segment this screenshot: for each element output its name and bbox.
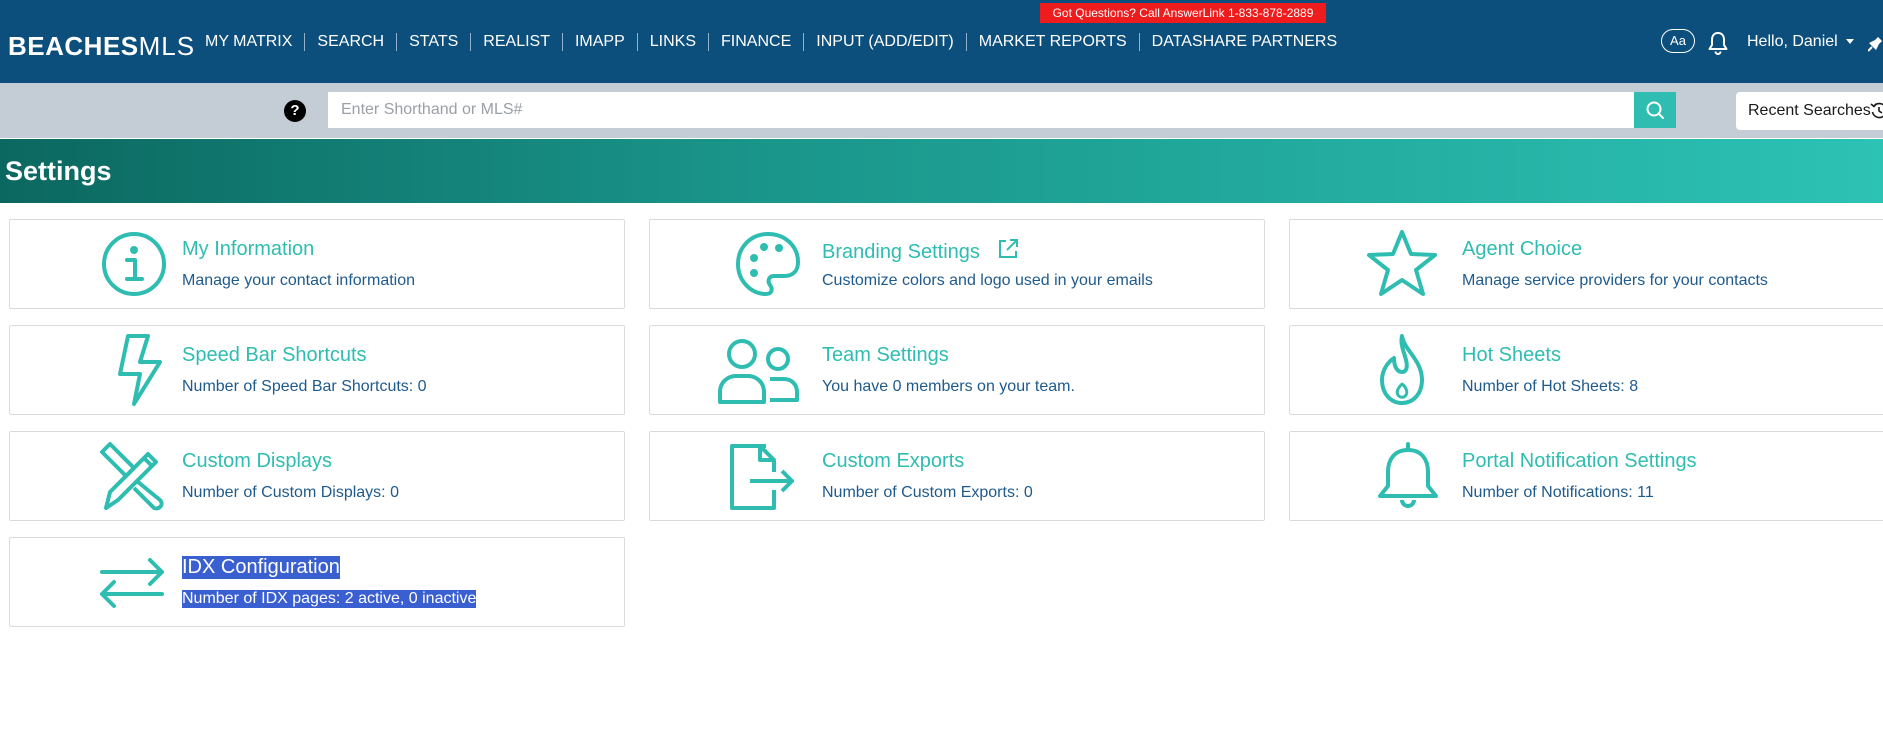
flame-icon [1380, 334, 1424, 405]
info-icon [102, 232, 166, 296]
user-menu[interactable]: Hello, Daniel [1747, 33, 1854, 51]
bell-icon [1378, 442, 1438, 508]
nav-finance[interactable]: FINANCE [721, 33, 791, 51]
card-description: Number of IDX pages: 2 active, 0 inactiv… [182, 590, 477, 608]
my-information-card[interactable]: My Information Manage your contact infor… [9, 219, 625, 309]
beaches-mls-logo[interactable]: BEACHESMLS [8, 31, 195, 61]
card-description: Number of Custom Exports: 0 [822, 484, 1033, 501]
card-title[interactable]: Custom Exports [822, 450, 964, 473]
card-description: Number of Custom Displays: 0 [182, 484, 399, 501]
nav-divider [304, 33, 306, 51]
nav-divider [396, 33, 398, 51]
card-description: Customize colors and logo used in your e… [822, 272, 1153, 289]
card-description: Number of Hot Sheets: 8 [1462, 378, 1639, 395]
card-title-text: Branding Settings [822, 241, 980, 263]
team-icon [718, 339, 799, 404]
card-description: Manage service providers for your contac… [1462, 272, 1768, 289]
recent-searches-label: Recent Searches [1748, 102, 1871, 119]
card-description: You have 0 members on your team. [822, 378, 1075, 395]
nav-links[interactable]: LINKS [650, 33, 696, 51]
lightning-icon [118, 334, 162, 406]
search-icon [1646, 101, 1664, 119]
nav-my-matrix[interactable]: MY MATRIX [205, 33, 292, 51]
card-description: Number of Speed Bar Shortcuts: 0 [182, 378, 427, 395]
palette-icon [736, 232, 800, 296]
agent-choice-card[interactable]: Agent Choice Manage service providers fo… [1289, 219, 1883, 309]
arrows-exchange-icon [100, 558, 164, 608]
nav-imapp[interactable]: IMAPP [575, 33, 625, 51]
recent-searches-button[interactable]: Recent Searches [1736, 92, 1883, 130]
user-greeting: Hello, Daniel [1747, 33, 1838, 50]
hot-sheets-card[interactable]: Hot Sheets Number of Hot Sheets: 8 [1289, 325, 1883, 415]
history-icon [1870, 102, 1883, 119]
nav-divider [561, 33, 563, 51]
notifications-bell-icon[interactable] [1706, 30, 1730, 56]
logo-text-light: MLS [138, 31, 196, 61]
card-description: Manage your contact information [182, 272, 416, 289]
top-navigation-bar: Got Questions? Call AnswerLink 1-833-878… [0, 0, 1883, 83]
idx-configuration-card[interactable]: IDX Configuration Number of IDX pages: 2… [9, 537, 625, 627]
page-title: Settings [5, 156, 112, 186]
nav-divider [965, 33, 967, 51]
card-title[interactable]: Custom Displays [182, 450, 332, 473]
caret-down-icon [1845, 39, 1854, 45]
card-title[interactable]: Speed Bar Shortcuts [182, 344, 367, 367]
card-description: Number of Notifications: 11 [1462, 484, 1654, 501]
search-button[interactable] [1634, 92, 1676, 128]
card-title[interactable]: Hot Sheets [1462, 344, 1561, 367]
card-title[interactable]: Agent Choice [1462, 238, 1582, 261]
card-title[interactable]: Branding Settings [822, 238, 1019, 264]
card-title[interactable]: IDX Configuration [182, 556, 340, 579]
nav-datashare-partners[interactable]: DATASHARE PARTNERS [1152, 33, 1338, 51]
external-link-icon [999, 239, 1019, 258]
nav-market-reports[interactable]: MARKET REPORTS [979, 33, 1127, 51]
settings-header-band: Settings [0, 139, 1883, 203]
nav-divider [636, 33, 638, 51]
font-size-button[interactable]: Aa [1661, 29, 1695, 53]
nav-divider [1138, 33, 1140, 51]
portal-notification-settings-card[interactable]: Portal Notification Settings Number of N… [1289, 431, 1883, 521]
logo-text-bold: BEACHES [8, 31, 139, 61]
card-title[interactable]: My Information [182, 238, 314, 261]
card-title[interactable]: Portal Notification Settings [1462, 450, 1697, 473]
nav-input-add-edit[interactable]: INPUT (ADD/EDIT) [816, 33, 953, 51]
help-question-icon[interactable]: ? [284, 100, 306, 122]
main-nav: MY MATRIX SEARCH STATS REALIST IMAPP LIN… [205, 29, 1337, 55]
nav-divider [708, 33, 710, 51]
pencil-ruler-icon [100, 442, 164, 511]
custom-exports-card[interactable]: Custom Exports Number of Custom Exports:… [649, 431, 1265, 521]
nav-stats[interactable]: STATS [409, 33, 458, 51]
file-export-icon [730, 444, 794, 510]
nav-search[interactable]: SEARCH [317, 33, 384, 51]
answerlink-promo-banner[interactable]: Got Questions? Call AnswerLink 1-833-878… [1040, 3, 1326, 23]
nav-divider [803, 33, 805, 51]
custom-displays-card[interactable]: Custom Displays Number of Custom Display… [9, 431, 625, 521]
shorthand-search-input[interactable] [328, 92, 1635, 128]
nav-divider [470, 33, 472, 51]
team-settings-card[interactable]: Team Settings You have 0 members on your… [649, 325, 1265, 415]
nav-realist[interactable]: REALIST [483, 33, 550, 51]
shorthand-search-bar: ? Recent Searches [0, 83, 1883, 138]
card-title[interactable]: Team Settings [822, 344, 949, 367]
pin-icon[interactable] [1868, 36, 1883, 52]
branding-settings-card[interactable]: Branding Settings Customize colors and l… [649, 219, 1265, 309]
star-icon [1367, 230, 1437, 296]
speed-bar-shortcuts-card[interactable]: Speed Bar Shortcuts Number of Speed Bar … [9, 325, 625, 415]
